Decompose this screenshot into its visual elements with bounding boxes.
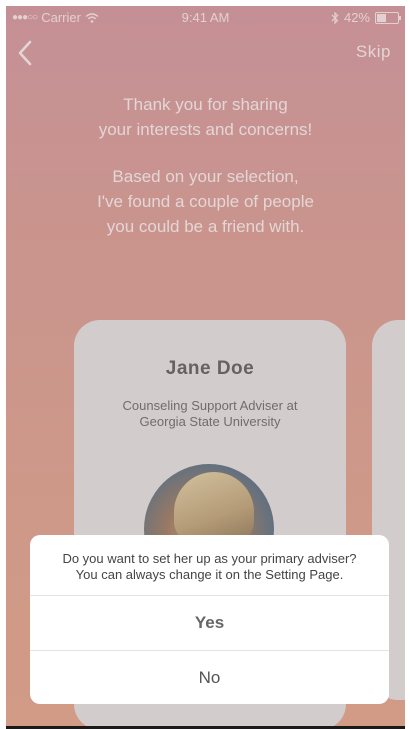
phone-screen: ●●●○○ Carrier 9:41 AM 42% Skip Thank you… (6, 6, 405, 729)
dialog-message: Do you want to set her up as your primar… (30, 535, 389, 595)
dialog-message-line: You can always change it on the Setting … (75, 567, 344, 582)
dialog-message-line: Do you want to set her up as your primar… (62, 551, 357, 566)
adviser-confirm-dialog: Do you want to set her up as your primar… (30, 535, 389, 704)
yes-button[interactable]: Yes (30, 595, 389, 650)
no-button[interactable]: No (30, 650, 389, 704)
